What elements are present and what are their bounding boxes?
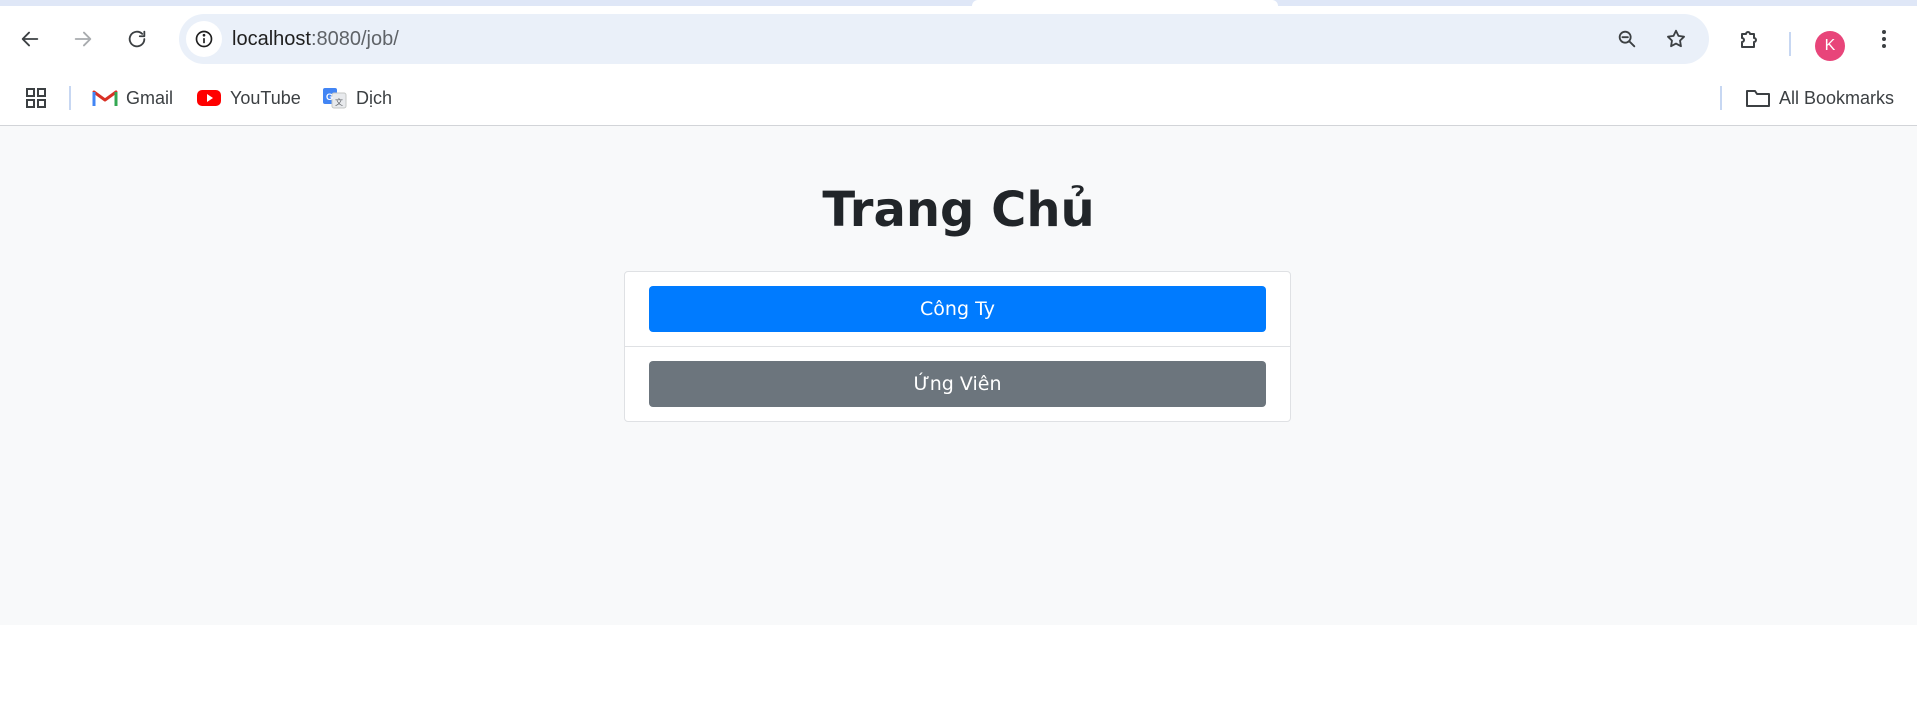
bookmark-star-icon	[1667, 29, 1685, 48]
bookmark-translate[interactable]: G文 Dịch	[322, 82, 392, 114]
gmail-icon	[92, 90, 118, 106]
bookmark-star-button[interactable]	[1659, 22, 1693, 56]
profile-avatar[interactable]: K	[1815, 31, 1845, 61]
bookmark-gmail-label: Gmail	[126, 87, 174, 108]
list-item: Công Ty	[625, 272, 1290, 347]
site-info-icon	[195, 30, 213, 48]
toolbar-divider	[1789, 32, 1791, 56]
bookmarks-bar: Gmail YouTube G文 Dịch All Bookmarks	[0, 74, 1917, 126]
bookmark-translate-label: Dịch	[356, 87, 393, 108]
site-info-button[interactable]	[186, 21, 222, 57]
all-bookmarks-label: All Bookmarks	[1779, 87, 1895, 108]
forward-icon	[74, 31, 92, 47]
google-translate-icon: G文	[323, 88, 347, 109]
page-title: Trang Chủ	[822, 182, 1095, 238]
company-button[interactable]: Công Ty	[649, 286, 1266, 332]
menu-kebab-icon	[1882, 30, 1886, 48]
address-bar[interactable]: localhost:8080/job/	[179, 14, 1709, 64]
reload-icon	[128, 30, 146, 48]
url-host: localhost	[232, 28, 311, 50]
extensions-button[interactable]	[1733, 22, 1767, 56]
apps-button[interactable]	[22, 84, 50, 112]
url-path: :8080/job/	[310, 28, 399, 50]
back-button[interactable]	[13, 22, 47, 56]
folder-icon	[1746, 90, 1770, 107]
zoom-button[interactable]	[1610, 22, 1644, 56]
browser-menu-button[interactable]	[1867, 22, 1901, 56]
role-selection-card: Công Ty Ứng Viên	[624, 271, 1291, 422]
list-item: Ứng Viên	[625, 347, 1290, 422]
forward-button[interactable]	[66, 22, 100, 56]
bookmark-youtube[interactable]: YouTube	[196, 82, 301, 114]
bookmarks-separator-right	[1720, 86, 1722, 110]
page-content: Trang Chủ Công Ty Ứng Viên	[0, 126, 1917, 625]
zoom-icon	[1618, 30, 1636, 48]
url-text[interactable]: localhost:8080/job/	[232, 14, 399, 64]
bookmark-youtube-label: YouTube	[230, 87, 301, 108]
svg-text:文: 文	[335, 97, 343, 107]
youtube-icon	[197, 90, 221, 106]
extensions-icon	[1741, 31, 1757, 48]
svg-text:G: G	[326, 92, 333, 102]
bookmark-gmail[interactable]: Gmail	[92, 82, 173, 114]
back-icon	[21, 31, 39, 47]
candidate-button[interactable]: Ứng Viên	[649, 361, 1266, 407]
browser-toolbar: localhost:8080/job/ K	[0, 6, 1917, 74]
apps-grid-icon	[26, 88, 46, 108]
all-bookmarks-button[interactable]: All Bookmarks	[1745, 82, 1894, 114]
bookmarks-separator	[69, 86, 71, 110]
reload-button[interactable]	[120, 22, 154, 56]
